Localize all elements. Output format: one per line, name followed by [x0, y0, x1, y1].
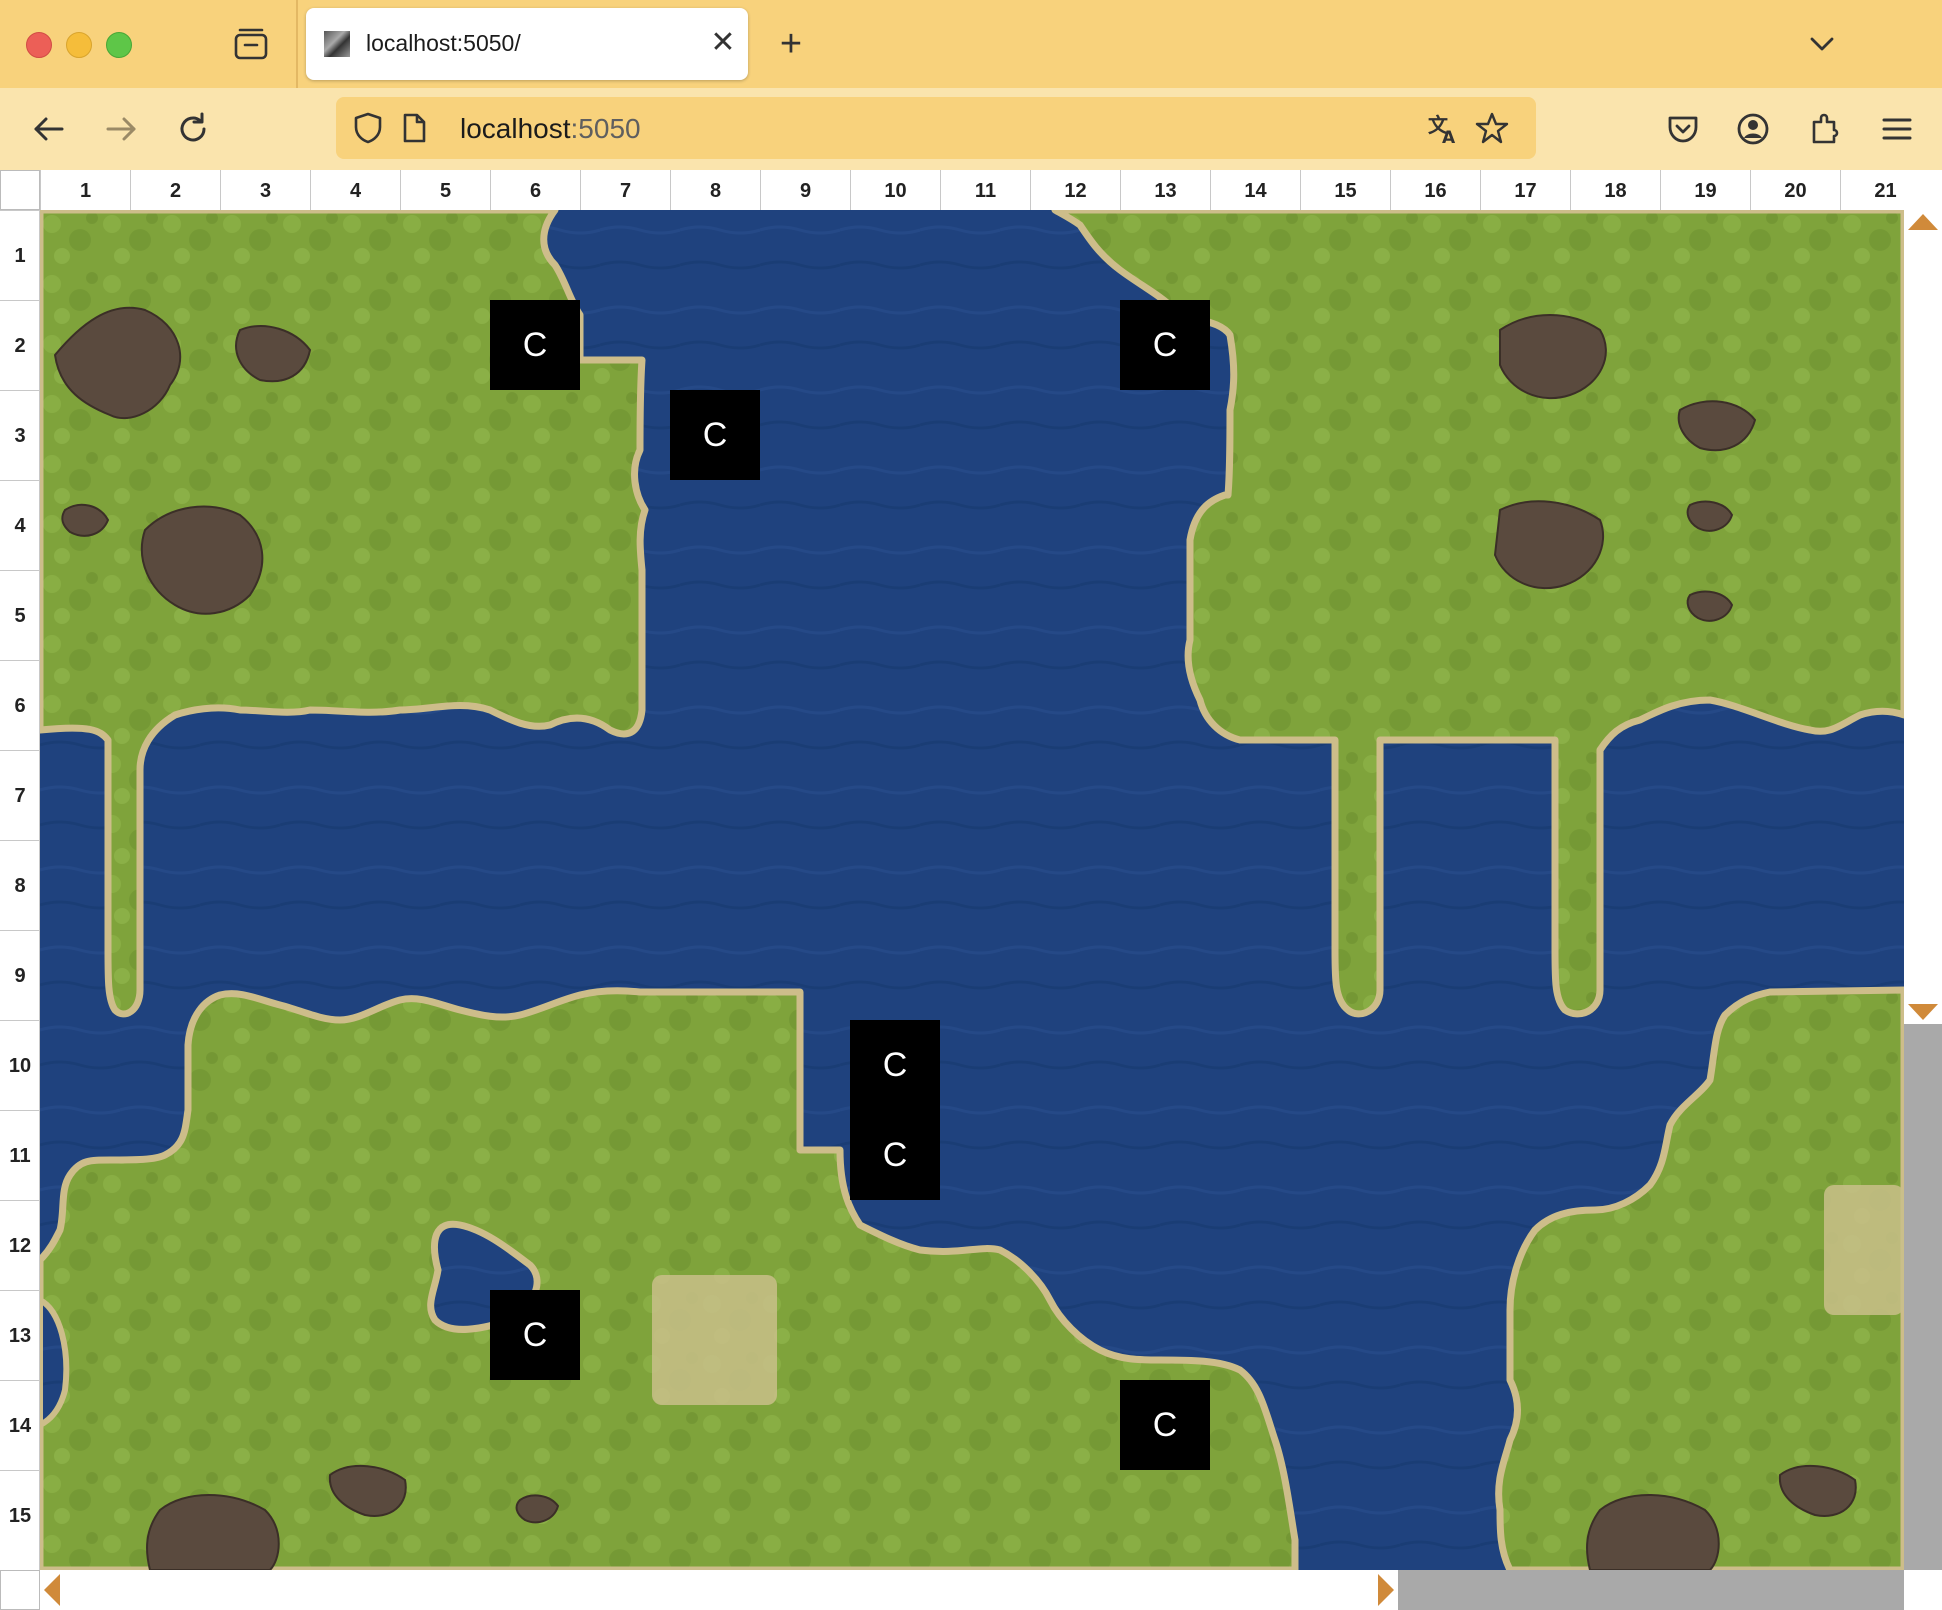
row-label: 9	[0, 930, 40, 1020]
row-label: 11	[0, 1110, 40, 1200]
column-label: 9	[760, 170, 850, 210]
column-label: 19	[1660, 170, 1750, 210]
scroll-up-arrow-icon[interactable]	[1904, 210, 1942, 240]
url-port: :5050	[570, 113, 641, 144]
svg-text:A: A	[1442, 128, 1456, 146]
row-label: 14	[0, 1380, 40, 1470]
row-label: 1	[0, 210, 40, 300]
vertical-scroll-thumb[interactable]	[1904, 1024, 1942, 1570]
url-text[interactable]: localhost:5050	[460, 113, 641, 145]
unit-token[interactable]: C	[850, 1110, 940, 1200]
row-header: 1 2 3 4 5 6 7 8 9 10 11 12 13 14 15	[0, 210, 40, 1570]
reload-icon[interactable]	[172, 108, 214, 150]
scroll-corner	[0, 1570, 40, 1610]
close-icon[interactable]: ✕	[704, 24, 742, 62]
horizontal-scroll-thumb[interactable]	[1398, 1570, 1904, 1610]
column-label: 10	[850, 170, 940, 210]
favicon-icon	[324, 31, 350, 57]
column-label: 18	[1570, 170, 1660, 210]
close-window-button[interactable]	[26, 32, 52, 58]
row-label: 3	[0, 390, 40, 480]
pocket-icon[interactable]	[1662, 108, 1704, 150]
row-label: 8	[0, 840, 40, 930]
column-label: 3	[220, 170, 310, 210]
row-label: 4	[0, 480, 40, 570]
column-label: 14	[1210, 170, 1300, 210]
unit-token[interactable]: C	[850, 1020, 940, 1110]
unit-token[interactable]: C	[1120, 1380, 1210, 1470]
row-label: 12	[0, 1200, 40, 1290]
column-label: 16	[1390, 170, 1480, 210]
column-label: 8	[670, 170, 760, 210]
forward-arrow-icon[interactable]	[100, 108, 142, 150]
column-label: 13	[1120, 170, 1210, 210]
column-label: 11	[940, 170, 1030, 210]
scroll-left-arrow-icon[interactable]	[40, 1570, 64, 1610]
back-arrow-icon[interactable]	[28, 108, 70, 150]
column-label: 21	[1840, 170, 1930, 210]
column-label: 2	[130, 170, 220, 210]
horizontal-scrollbar[interactable]	[40, 1570, 1904, 1610]
column-label: 4	[310, 170, 400, 210]
unit-token[interactable]: C	[490, 300, 580, 390]
column-label: 15	[1300, 170, 1390, 210]
active-tab[interactable]: localhost:5050/ ✕	[306, 8, 748, 80]
column-label: 5	[400, 170, 490, 210]
tab-overview-icon[interactable]	[230, 26, 272, 62]
unit-token[interactable]: C	[670, 390, 760, 480]
column-header: 1 2 3 4 5 6 7 8 9 10 11 12 13 14 15 16 17 18 19 20 21	[40, 170, 1904, 210]
column-label: 17	[1480, 170, 1570, 210]
column-label: 20	[1750, 170, 1840, 210]
row-label: 6	[0, 660, 40, 750]
url-host: localhost	[460, 113, 571, 144]
column-label: 7	[580, 170, 670, 210]
tab-bar: localhost:5050/ ✕ +	[0, 0, 1942, 88]
hamburger-menu-icon[interactable]	[1876, 108, 1918, 150]
chevron-down-icon[interactable]	[1802, 24, 1842, 64]
minimize-window-button[interactable]	[66, 32, 92, 58]
row-label: 15	[0, 1470, 40, 1560]
star-icon[interactable]	[1474, 110, 1510, 146]
column-label: 6	[490, 170, 580, 210]
tab-divider	[296, 0, 298, 88]
vertical-scrollbar[interactable]	[1904, 210, 1942, 1570]
plus-icon[interactable]: +	[772, 22, 810, 66]
scroll-down-arrow-icon[interactable]	[1904, 1000, 1942, 1024]
unit-token[interactable]: C	[1120, 300, 1210, 390]
game-map[interactable]: CCCCCCC	[40, 210, 1904, 1570]
scroll-right-arrow-icon[interactable]	[1374, 1570, 1398, 1610]
row-label: 7	[0, 750, 40, 840]
account-icon[interactable]	[1732, 108, 1774, 150]
shield-icon[interactable]	[350, 110, 386, 146]
row-label: 5	[0, 570, 40, 660]
grid-corner	[0, 170, 40, 210]
column-label: 1	[40, 170, 130, 210]
translate-icon[interactable]: 文A	[1426, 110, 1462, 148]
column-label: 12	[1030, 170, 1120, 210]
row-label: 2	[0, 300, 40, 390]
row-label: 13	[0, 1290, 40, 1380]
page-icon	[396, 110, 432, 146]
tab-title: localhost:5050/	[366, 30, 521, 56]
terrain-layer	[40, 210, 1904, 1570]
row-label: 10	[0, 1020, 40, 1110]
maximize-window-button[interactable]	[106, 32, 132, 58]
url-bar[interactable]: localhost:5050 文A	[336, 97, 1536, 159]
unit-token[interactable]: C	[490, 1290, 580, 1380]
extensions-icon[interactable]	[1804, 108, 1846, 150]
